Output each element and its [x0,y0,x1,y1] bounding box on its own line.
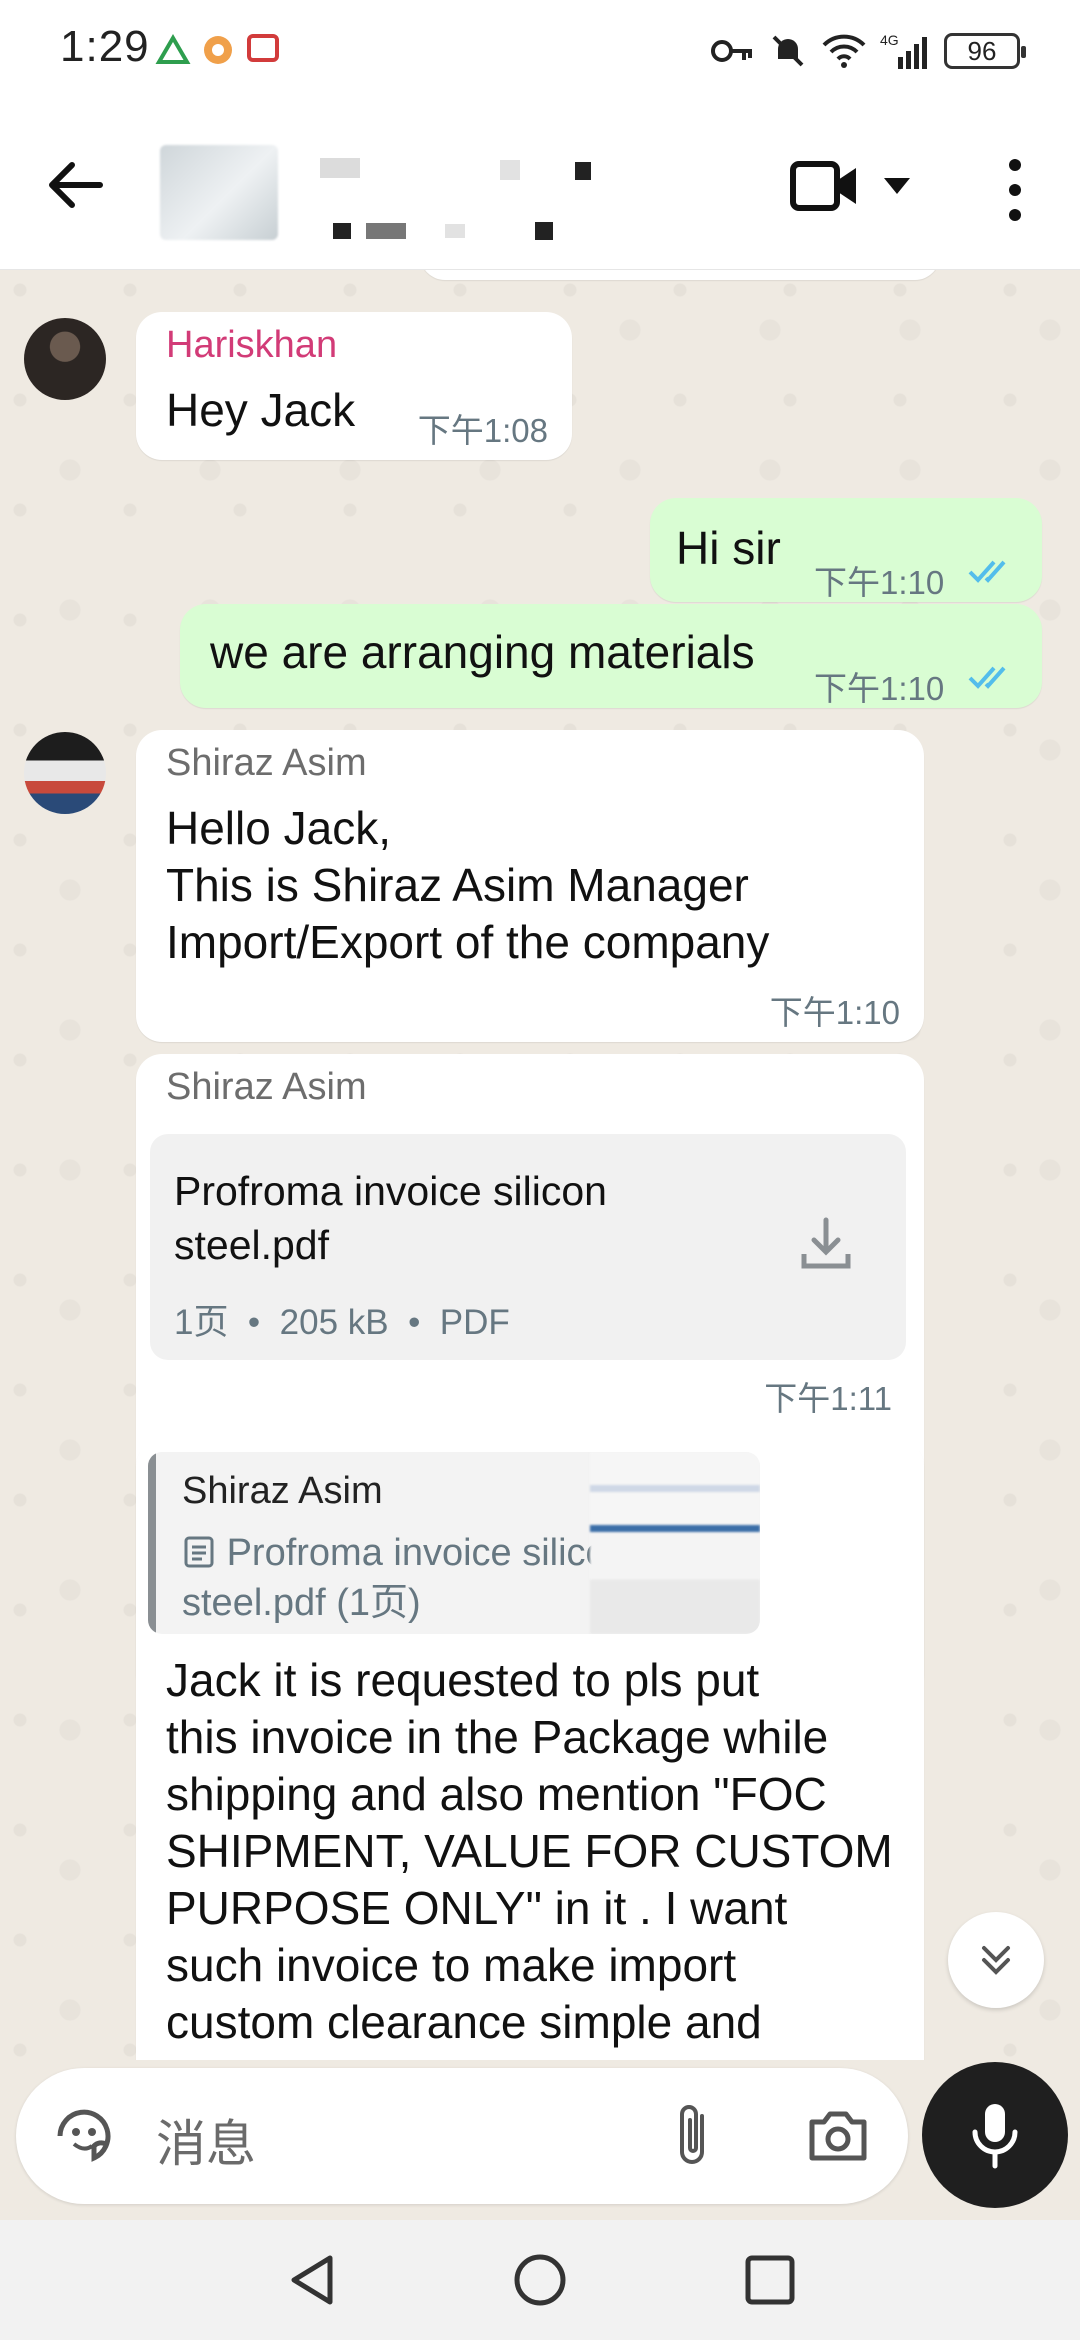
message-bubble-partial [420,270,940,280]
quote-bar [148,1452,156,1634]
nav-back-icon[interactable] [282,2250,342,2310]
message-bubble[interactable]: we are arranging materials 下午1:10 [180,604,1042,708]
message-time: 下午1:08 [417,412,548,449]
message-sender[interactable]: Shiraz Asim [166,1066,367,1109]
document-size: 205 kB [279,1303,389,1342]
key-icon [711,40,752,62]
document-name: Profroma invoice silicon steel.pdf [174,1164,734,1272]
redacted-block [445,224,465,238]
avatar[interactable] [24,318,106,400]
message-text-block: Hello Jack, This is Shiraz Asim Manager … [166,800,769,971]
app-notification-icon-2 [204,36,232,64]
document-attachment[interactable]: Profroma invoice silicon steel.pdf 1页 • … [150,1134,906,1360]
message-text-line: this invoice in the Package while [166,1711,829,1763]
nav-home-icon[interactable] [510,2250,570,2310]
chat-screen: 1:29 4G 96 Hariskhan Hey Jack 下午1:08 Hi … [0,0,1080,2340]
redacted-block [320,158,360,178]
caret-down-icon[interactable] [880,174,914,198]
download-icon[interactable] [796,1214,856,1274]
redacted-block [535,222,553,240]
mute-bell-icon [772,35,804,67]
message-text-block: Jack it is requested to pls put this inv… [166,1652,893,2051]
status-bar: 1:29 4G 96 [0,0,1080,100]
document-icon [184,1536,214,1568]
message-sender[interactable]: Shiraz Asim [166,742,367,785]
battery-level: 96 [967,35,997,66]
message-time: 下午1:10 [814,670,945,707]
chat-header [0,100,1080,270]
message-text-line: Import/Export of the company [166,916,770,968]
message-list[interactable]: Hariskhan Hey Jack 下午1:08 Hi sir 下午1:10 … [0,270,1080,2060]
document-meta: 1页 • 205 kB • PDF [174,1294,510,1345]
nav-recents-icon[interactable] [742,2252,798,2308]
app-notification-icon-3 [247,34,279,62]
redacted-block [575,162,591,180]
status-icons: 4G 96 [710,26,1026,76]
double-chevron-down-icon [982,1946,1010,1975]
read-receipt-icon [968,560,1006,583]
avatar[interactable] [24,732,106,814]
message-text: Hi sir [676,522,781,574]
message-text-line: This is Shiraz Asim Manager [166,859,749,911]
message-text-line: such invoice to make import [166,1939,737,1991]
redacted-block [366,223,406,239]
more-vertical-icon[interactable] [1000,155,1030,225]
scroll-to-bottom-button[interactable] [948,1912,1044,2008]
message-bubble[interactable]: Hi sir 下午1:10 [650,498,1042,602]
document-pages: 1页 [174,1303,229,1342]
message-text-line: Hello Jack, [166,802,391,854]
paperclip-icon[interactable] [666,2102,722,2170]
message-time: 下午1:10 [769,994,900,1031]
signal-icon: 4G [880,32,927,69]
document-type: PDF [439,1303,510,1342]
contact-avatar[interactable] [160,145,278,240]
message-time: 下午1:10 [814,564,945,601]
wifi-icon [822,34,866,68]
document-name-line: steel.pdf [174,1222,329,1268]
status-time: 1:29 [60,22,150,71]
network-type: 4G [880,32,899,48]
quote-sender: Shiraz Asim [182,1470,383,1512]
message-text: we are arranging materials [210,626,755,678]
app-notification-icon [155,34,191,64]
document-thumbnail [590,1452,760,1634]
quote-line-text: Profroma invoice silicon [226,1532,628,1574]
video-call-icon[interactable] [790,158,860,214]
arrow-left-icon[interactable] [40,150,110,220]
message-bubble[interactable]: Shiraz Asim Hello Jack, This is Shiraz A… [136,730,924,1042]
message-sender[interactable]: Hariskhan [166,324,337,367]
meta-separator: • [238,1303,280,1342]
microphone-icon [972,2104,1018,2169]
quoted-message[interactable]: Shiraz Asim Profroma invoice silicon ste… [148,1452,760,1634]
battery-indicator: 96 [944,33,1026,69]
message-text-line: custom clearance simple and [166,1996,762,2048]
message-composer[interactable]: 消息 [16,2068,908,2204]
message-bubble[interactable]: Hariskhan Hey Jack 下午1:08 [136,312,572,460]
message-time: 下午1:11 [764,1380,892,1417]
message-text: Hey Jack [166,384,356,436]
meta-separator: • [398,1303,440,1342]
message-text-line: SHIPMENT, VALUE FOR CUSTOM [166,1825,893,1877]
read-receipt-icon [968,666,1006,689]
message-text-line: PURPOSE ONLY" in it . I want [166,1882,788,1934]
message-text-line: Jack it is requested to pls put [166,1654,760,1706]
redacted-block [500,160,520,180]
message-bubble[interactable]: Shiraz Asim Profroma invoice silicon ste… [136,1440,924,2060]
system-navigation-bar [0,2220,1080,2340]
redacted-block [333,223,351,239]
sticker-icon[interactable] [52,2104,116,2168]
camera-icon[interactable] [806,2108,870,2164]
message-text-line: shipping and also mention "FOC [166,1768,827,1820]
voice-message-button[interactable] [922,2062,1068,2208]
message-input[interactable]: 消息 [156,2104,256,2176]
document-name-line: Profroma invoice silicon [174,1168,607,1214]
